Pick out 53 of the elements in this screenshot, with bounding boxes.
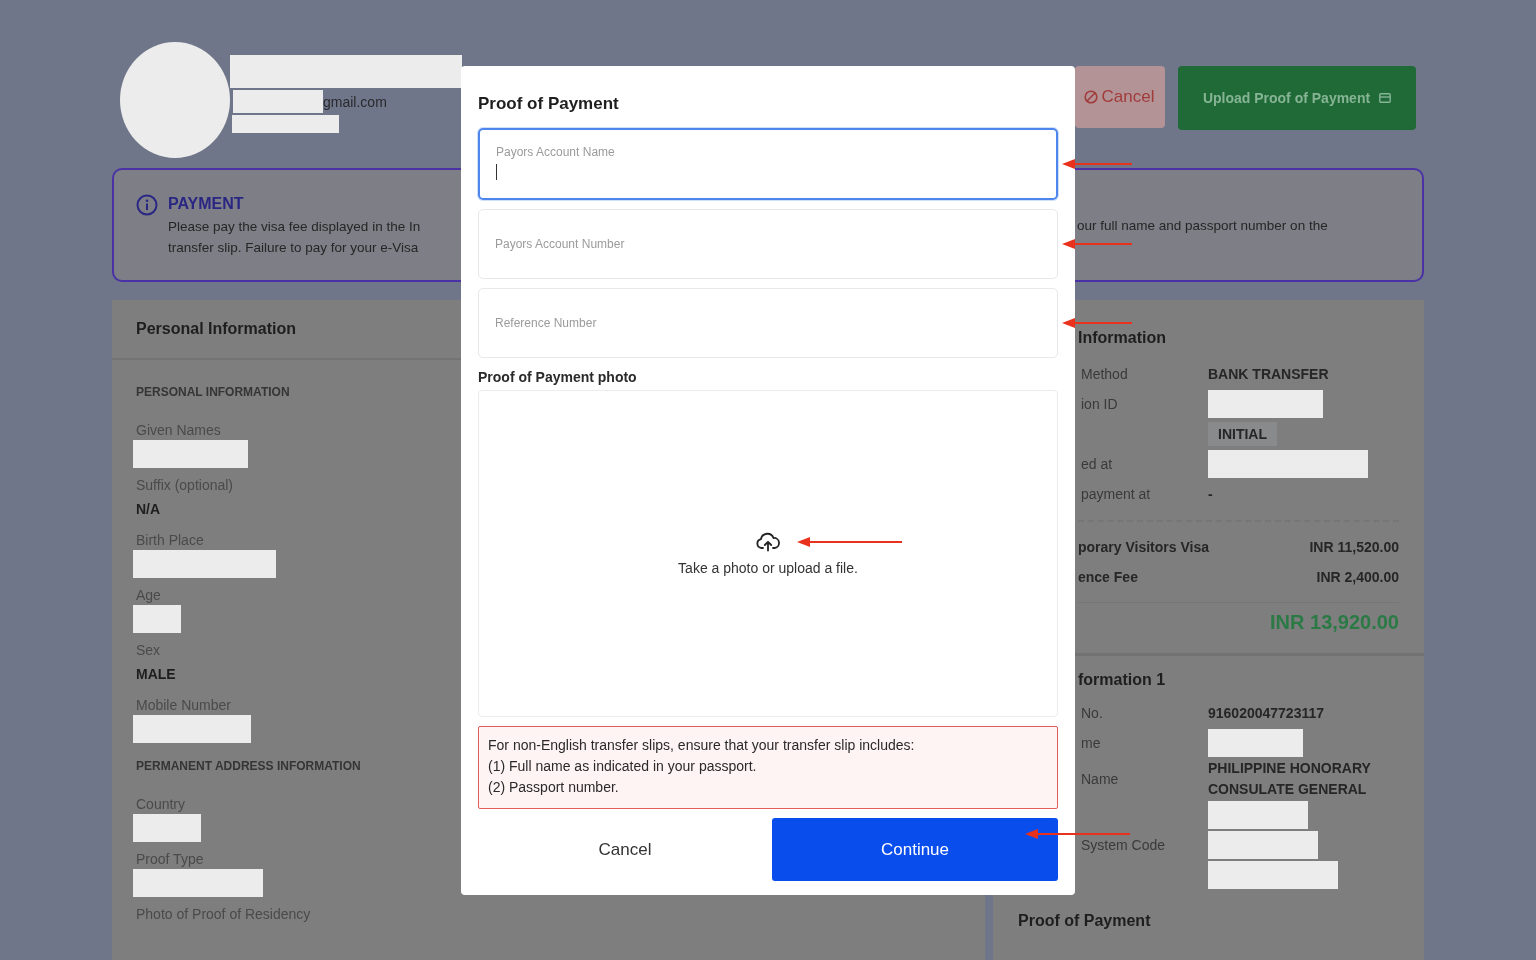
notice-text: (1) Full name as indicated in your passport. xyxy=(488,757,758,776)
field-label: No. xyxy=(1081,705,1103,721)
annotation-arrow xyxy=(1062,317,1132,329)
status-badge: INITIAL xyxy=(1208,422,1277,446)
field-value: PHILIPPINE HONORARY CONSULATE GENERAL xyxy=(1208,759,1372,799)
continue-button[interactable]: Continue xyxy=(772,818,1058,881)
redaction-bar xyxy=(133,814,201,842)
field-label: me xyxy=(1081,735,1101,751)
input-field[interactable]: Payors Account Name xyxy=(478,128,1058,200)
annotation-arrow xyxy=(1062,238,1132,250)
field-value: 916020047723117 xyxy=(1208,705,1326,721)
card-title: Personal Information xyxy=(136,320,297,338)
fee-amount: INR 2,400.00 xyxy=(1316,569,1399,585)
cancel-button[interactable]: Cancel xyxy=(1075,66,1165,128)
field-value: - xyxy=(1208,486,1214,502)
section-heading: PERSONAL INFORMATION xyxy=(136,385,290,399)
notice-text: For non-English transfer slips, ensure that your transfer slip includes: xyxy=(488,736,916,755)
input-field[interactable]: Payors Account Number xyxy=(478,209,1058,279)
field-label: System Code xyxy=(1081,837,1166,853)
info-icon xyxy=(136,194,158,216)
notice-text: our full name and passport number on the xyxy=(1077,218,1328,233)
notice-text: (2) Passport number. xyxy=(488,778,620,797)
cloud-upload-icon xyxy=(756,531,780,552)
field-label: Proof of Payment photo xyxy=(478,368,638,386)
total-amount: INR 13,920.00 xyxy=(1270,611,1399,633)
card-title: formation 1 xyxy=(1078,671,1166,688)
section-heading: PERMANENT ADDRESS INFORMATION xyxy=(136,759,361,773)
dialog-title: Proof of Payment xyxy=(478,93,620,115)
notice-title: PAYMENT xyxy=(168,194,245,214)
redaction-bar xyxy=(133,605,181,633)
notice-text: Please pay the visa fee displayed in the In xyxy=(168,218,422,236)
fee-amount: INR 11,520.00 xyxy=(1309,539,1399,555)
field-label: ed at xyxy=(1081,456,1113,472)
upload-proof-button[interactable]: Upload Proof of Payment xyxy=(1178,66,1416,130)
fee-label: ence Fee xyxy=(1078,569,1138,585)
field-value: MALE xyxy=(136,666,176,682)
field-label: Method xyxy=(1081,366,1128,382)
field-value: N/A xyxy=(136,501,161,517)
email-text: gmail.com xyxy=(323,93,387,110)
fee-label: porary Visitors Visa xyxy=(1078,539,1209,555)
upload-area[interactable]: Take a photo or upload a file. xyxy=(478,390,1058,717)
field-label: Name xyxy=(1081,771,1119,787)
field-label: payment at xyxy=(1081,486,1151,502)
annotation-arrow xyxy=(1062,158,1132,170)
notice-text: transfer slip. Failure to pay for your e-Visa xyxy=(168,239,420,257)
field-value: BANK TRANSFER xyxy=(1208,366,1330,382)
card-title: Information xyxy=(1078,329,1166,346)
section-heading: Proof of Payment xyxy=(1018,912,1152,930)
field-label: ion ID xyxy=(1081,396,1118,412)
cancel-icon xyxy=(1083,90,1098,104)
input-field[interactable]: Reference Number xyxy=(478,288,1058,358)
upload-hint: Take a photo or upload a file. xyxy=(678,559,858,576)
card-icon xyxy=(1379,93,1392,103)
